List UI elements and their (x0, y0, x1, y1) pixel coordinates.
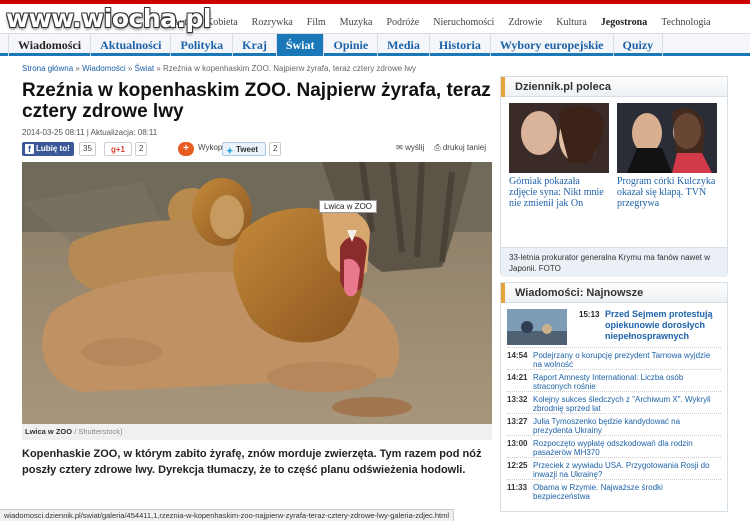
item-time: 14:21 (507, 373, 528, 382)
browser-status-url: wiadomosci.dziennik.pl/swiat/galeria/454… (0, 509, 455, 521)
tab-polityka[interactable]: Polityka (171, 34, 234, 56)
feature-time: 15:13 (579, 310, 600, 319)
list-item[interactable]: 14:21 Raport Amnesty International: Licz… (507, 369, 721, 391)
tab-kraj[interactable]: Kraj (233, 34, 277, 56)
browser-page: Auto Kobieta Rozrywka Film Muzyka Podróż… (0, 0, 750, 521)
facebook-count: 35 (79, 142, 96, 156)
twitter-bird-icon: ✦ (226, 146, 234, 156)
top-cat-kultura[interactable]: Kultura (549, 17, 594, 28)
article-lead: Kopenhaskie ZOO, w którym zabito żyrafę,… (22, 448, 482, 476)
recommend-thumbnail[interactable] (509, 103, 609, 173)
feature-thumbnail[interactable] (507, 309, 567, 345)
breadcrumb-current: Rzeźnia w kopenhaskim ZOO. Najpierw żyra… (163, 64, 416, 73)
breadcrumb-swiat[interactable]: Świat (135, 64, 155, 73)
photo-tag: Lwica w ZOO (319, 200, 378, 213)
item-link[interactable]: Obama w Rzymie. Najważsze środki bezpiec… (533, 483, 717, 501)
tab-opinie[interactable]: Opinie (324, 34, 379, 56)
tweet-count: 2 (269, 142, 282, 156)
article-actions: ✉ wyślij ⎙ drukuj taniej (396, 143, 486, 153)
item-time: 12:25 (507, 461, 528, 470)
top-cat-muzyka[interactable]: Muzyka (333, 17, 380, 28)
tab-historia[interactable]: Historia (430, 34, 491, 56)
latest-news-list: 14:54 Podejrzany o korupcję prezydent Ta… (501, 347, 727, 501)
latest-news-title: Wiadomości: Najnowsze (501, 283, 727, 303)
tab-media[interactable]: Media (378, 34, 430, 56)
feature-photo (507, 309, 567, 345)
item-link[interactable]: Kolejny sukces śledczych z "Archiwum X".… (533, 395, 717, 413)
share-bar: f Lubię to! 35 g+1 2 + Wykop ✦ Tweet 2 ✉… (22, 142, 492, 158)
photo-caption: Lwica w ZOO / Shutterstock) (22, 424, 492, 440)
article-dateline: 2014-03-25 08:11 | Aktualizacja: 08:11 (22, 128, 158, 137)
recommends-box: Dziennik.pl poleca Górniak pokazała zdję… (500, 76, 728, 277)
top-categories: Auto Kobieta Rozrywka Film Muzyka Podróż… (165, 17, 718, 28)
lion-photo-illustration (22, 162, 492, 424)
facebook-like-button[interactable]: f Lubię to! (22, 142, 74, 156)
item-link[interactable]: Raport Amnesty International: Liczba osó… (533, 373, 717, 391)
recommend-link[interactable]: Program córki Kulczyka okazał się klapą.… (617, 176, 717, 209)
top-cat-film[interactable]: Film (300, 17, 333, 28)
caption-credit: / Shutterstock) (74, 427, 123, 436)
latest-news-box: Wiadomości: Najnowsze 15:13 Przed Sejmem… (500, 282, 728, 512)
breadcrumb-home[interactable]: Strona główna (22, 64, 73, 73)
recommend-photo (509, 103, 609, 173)
recommend-item[interactable]: Górniak pokazała zdjęcie syna: Nikt mnie… (509, 103, 609, 209)
article-title: Rzeźnia w kopenhaskim ZOO. Najpierw żyra… (22, 80, 491, 122)
watermark-logo: www.wiocha.pl (6, 4, 211, 33)
breadcrumb-wiadomosci[interactable]: Wiadomości (82, 64, 126, 73)
caption-title: Lwica w ZOO (25, 427, 73, 436)
item-time: 11:33 (507, 483, 528, 492)
main-nav: Wiadomości Aktualności Polityka Kraj Świ… (0, 34, 750, 56)
item-time: 14:54 (507, 351, 528, 360)
gplus-count: 2 (135, 142, 148, 156)
breadcrumb: Strona główna » Wiadomości » Świat » Rze… (22, 64, 416, 73)
gplus-button[interactable]: g+1 (104, 142, 132, 156)
printer-icon: ⎙ (434, 143, 441, 152)
item-link[interactable]: Podejrzany o korupcję prezydent Tarnowa … (533, 351, 717, 369)
item-link[interactable]: Przeciek z wywiadu USA. Przygotowania Ro… (533, 461, 717, 479)
list-item[interactable]: 14:54 Podejrzany o korupcję prezydent Ta… (507, 347, 721, 369)
top-cat-rozrywka[interactable]: Rozrywka (245, 17, 300, 28)
send-link[interactable]: ✉ wyślij (396, 143, 424, 153)
article-photo[interactable]: Lwica w ZOO (22, 162, 492, 424)
list-item[interactable]: 13:00 Rozpoczęto wypłatę odszkodowań dla… (507, 435, 721, 457)
top-cat-nieruchomosci[interactable]: Nieruchomości (426, 17, 501, 28)
item-time: 13:32 (507, 395, 528, 404)
recommend-item[interactable]: Program córki Kulczyka okazał się klapą.… (617, 103, 717, 209)
top-cat-zdrowie[interactable]: Zdrowie (501, 17, 549, 28)
list-item[interactable]: 13:32 Kolejny sukces śledczych z "Archiw… (507, 391, 721, 413)
tab-swiat[interactable]: Świat (276, 34, 325, 56)
envelope-icon: ✉ (396, 143, 403, 152)
item-link[interactable]: Julia Tymoszenko będzie kandydować na pr… (533, 417, 717, 435)
wykop-icon[interactable]: + (178, 142, 194, 156)
tweet-button[interactable]: ✦ Tweet (222, 142, 266, 156)
top-cat-podroze[interactable]: Podróże (379, 17, 426, 28)
list-item[interactable]: 11:33 Obama w Rzymie. Najważsze środki b… (507, 479, 721, 501)
tab-wiadomosci[interactable]: Wiadomości (8, 34, 92, 56)
top-cat-technologia[interactable]: Technologia (654, 17, 717, 28)
list-item[interactable]: 12:25 Przeciek z wywiadu USA. Przygotowa… (507, 457, 721, 479)
recommend-link[interactable]: Górniak pokazała zdjęcie syna: Nikt mnie… (509, 176, 609, 209)
promo-link[interactable]: 33-letnia prokurator generalna Krymu ma … (501, 247, 727, 277)
recommend-thumbnail[interactable] (617, 103, 717, 173)
recommend-photo (617, 103, 717, 173)
tab-wybory-europejskie[interactable]: Wybory europejskie (491, 34, 614, 56)
list-item[interactable]: 13:27 Julia Tymoszenko będzie kandydować… (507, 413, 721, 435)
item-time: 13:27 (507, 417, 528, 426)
item-time: 13:00 (507, 439, 528, 448)
latest-feature[interactable]: 15:13 Przed Sejmem protestują opiekunowi… (501, 303, 727, 347)
wykop-label[interactable]: Wykop (198, 143, 222, 152)
feature-link[interactable]: Przed Sejmem protestują opiekunowie doro… (605, 309, 721, 342)
tab-aktualnosci[interactable]: Aktualności (91, 34, 172, 56)
print-link[interactable]: ⎙ drukuj taniej (434, 143, 486, 153)
recommends-title: Dziennik.pl poleca (501, 77, 727, 97)
tab-quizy[interactable]: Quizy (614, 34, 664, 56)
facebook-icon: f (25, 144, 34, 154)
item-link[interactable]: Rozpoczęto wypłatę odszkodowań dla rodzi… (533, 439, 717, 457)
top-cat-jegostrona[interactable]: Jegostrona (594, 17, 654, 28)
